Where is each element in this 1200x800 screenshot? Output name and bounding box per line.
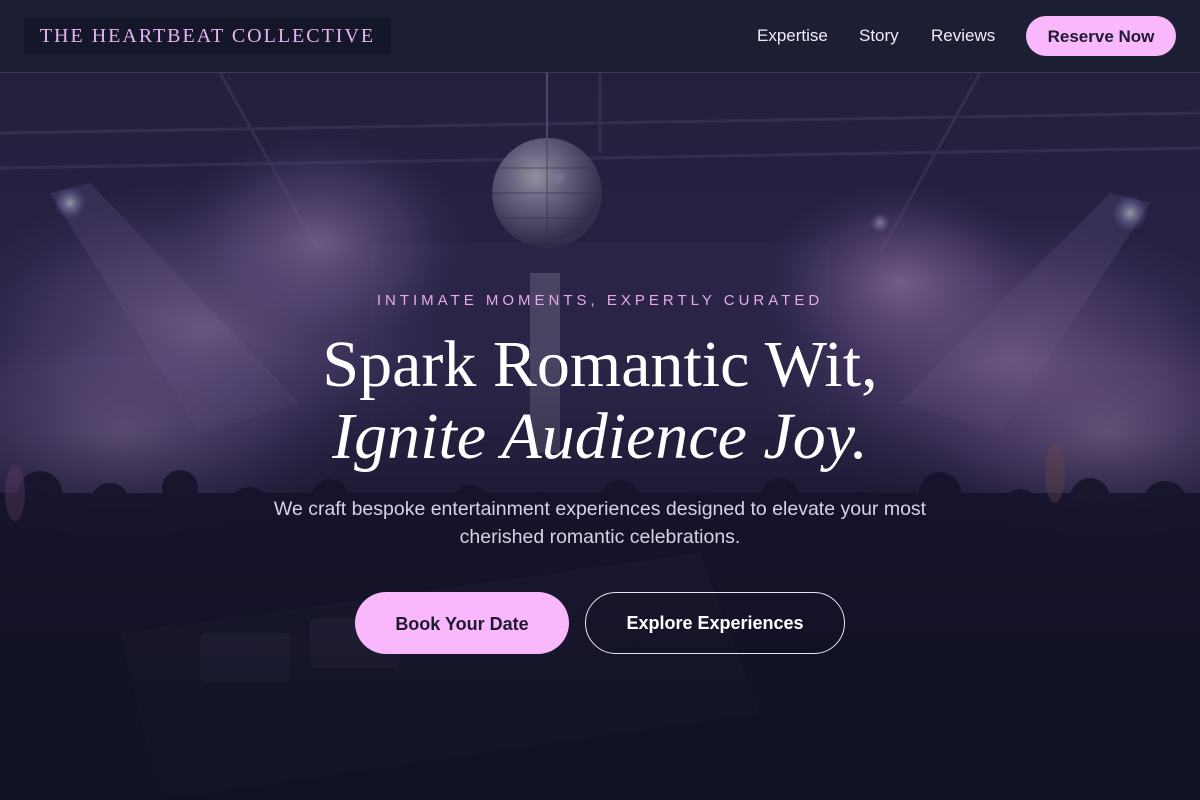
hero-headline-line-2: Ignite Audience Joy. <box>332 400 868 473</box>
hero-description: We craft bespoke entertainment experienc… <box>273 498 927 548</box>
nav-link-expertise[interactable]: Expertise <box>757 26 828 46</box>
top-navigation-bar: THE HEARTBEAT COLLECTIVE Expertise Story… <box>0 0 1200 73</box>
nav-link-reviews[interactable]: Reviews <box>931 26 995 46</box>
nav-link-story[interactable]: Story <box>859 26 899 46</box>
reserve-now-button[interactable]: Reserve Now <box>1026 16 1176 56</box>
hero-headline-line-1: Spark Romantic Wit, <box>322 328 878 401</box>
book-your-date-button[interactable]: Book Your Date <box>355 592 569 654</box>
explore-experiences-button[interactable]: Explore Experiences <box>585 592 845 654</box>
hero-section: INTIMATE MOMENTS, EXPERTLY CURATED Spark… <box>0 73 1200 800</box>
brand-logo[interactable]: THE HEARTBEAT COLLECTIVE <box>24 18 391 54</box>
hero-eyebrow: INTIMATE MOMENTS, EXPERTLY CURATED <box>376 292 824 309</box>
